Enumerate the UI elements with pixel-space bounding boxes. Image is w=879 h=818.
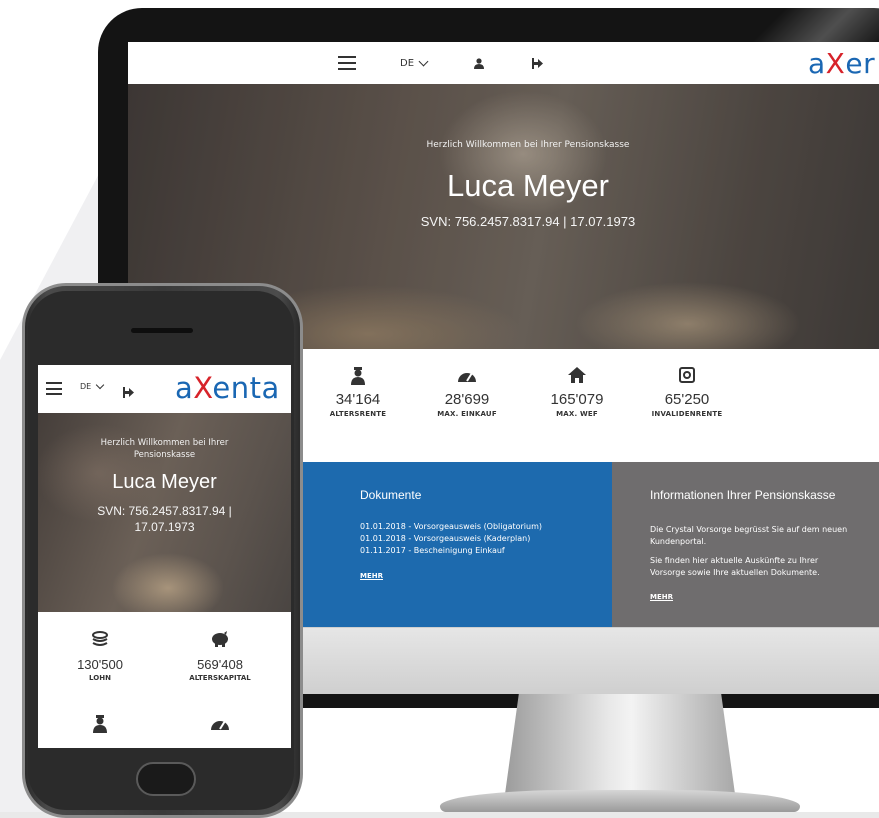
member-name: Luca Meyer: [112, 471, 217, 493]
home-icon: [522, 367, 632, 389]
hamburger-icon: [338, 56, 356, 70]
language-label: DE: [80, 382, 92, 391]
mobile-stat-max-einkauf[interactable]: [165, 715, 275, 737]
welcome-line: Pensionskasse: [133, 450, 196, 460]
speedometer-icon: [412, 367, 522, 389]
info-panel: Informationen Ihrer Pensionskasse Die Cr…: [612, 462, 879, 627]
monitor-base: [440, 790, 800, 812]
chevron-down-icon: [95, 380, 105, 389]
language-label: DE: [400, 57, 415, 69]
svn-line: SVN: 756.2457.8317.94 |: [97, 504, 232, 518]
stat-value: 165'079: [550, 391, 604, 408]
retiree-icon: [303, 367, 413, 389]
member-svn: SVN: 756.2457.8317.94 | 17.07.1973: [420, 214, 636, 229]
stat-label: MAX. WEF: [556, 410, 598, 418]
coins-icon: [45, 631, 155, 653]
mobile-stat-alterskapital[interactable]: 569'408 ALTERSKAPITAL: [165, 631, 275, 682]
logout-button[interactable]: [532, 42, 544, 84]
axenta-logo[interactable]: aXenta: [175, 371, 280, 405]
stat-label: ALTERSRENTE: [329, 410, 387, 418]
language-selector[interactable]: DE: [400, 42, 429, 84]
document-link[interactable]: 01.01.2018 - Vorsorgeausweis (Kaderplan): [360, 533, 542, 545]
mobile-stat-altersrente[interactable]: [45, 715, 155, 737]
stat-value: 569'408: [197, 657, 243, 672]
member-name: Luca Meyer: [447, 168, 609, 203]
welcome-line: Herzlich Willkommen bei Ihrer: [100, 438, 229, 448]
hamburger-icon: [46, 382, 62, 395]
user-button[interactable]: [474, 42, 484, 84]
stat-value: 34'164: [335, 391, 381, 408]
stat-value: 28'699: [444, 391, 490, 408]
mobile-navbar: DE aXenta: [38, 365, 291, 413]
speedometer-icon: [165, 715, 275, 737]
documents-more-link[interactable]: MEHR: [360, 572, 383, 580]
axenta-logo[interactable]: a Xer: [808, 42, 875, 84]
stat-label: ALTERSKAPITAL: [189, 674, 251, 682]
stat-label: MAX. EINKAUF: [437, 410, 497, 418]
piggy-bank-icon: [165, 631, 275, 653]
document-link[interactable]: 01.11.2017 - Bescheinigung Einkauf: [360, 545, 542, 557]
documents-panel: Dokumente 01.01.2018 - Vorsorgeausweis (…: [303, 462, 612, 627]
welcome-text: Herzlich Willkommen bei Ihrer Pensionska…: [426, 140, 630, 150]
stat-label: INVALIDENRENTE: [651, 410, 723, 418]
documents-title: Dokumente: [360, 488, 422, 502]
info-text: Kundenportal.: [650, 537, 707, 546]
member-svn: SVN: 756.2457.8317.94 | 17.07.1973: [48, 503, 281, 535]
mobile-stat-lohn[interactable]: 130'500 LOHN: [45, 631, 155, 682]
mobile-language-selector[interactable]: DE: [80, 380, 105, 391]
mobile-menu-button[interactable]: [46, 382, 62, 395]
info-title: Informationen Ihrer Pensionskasse: [650, 488, 836, 502]
mobile-hero-banner: Herzlich Willkommen bei Ihrer Pensionska…: [38, 413, 291, 612]
logout-icon: [532, 57, 543, 69]
user-icon: [474, 57, 484, 69]
stat-value: 65'250: [664, 391, 710, 408]
chevron-down-icon: [418, 56, 429, 66]
phone-speaker: [131, 328, 193, 333]
lifebuoy-icon: [632, 367, 742, 389]
stat-label: LOHN: [89, 674, 111, 682]
stat-invalidenrente[interactable]: 65'250 INVALIDENRENTE: [632, 367, 742, 418]
stat-max-wef[interactable]: 165'079 MAX. WEF: [522, 367, 632, 418]
info-text: Vorsorge sowie Ihre aktuellen Dokumente.: [650, 568, 820, 577]
info-text: Sie finden hier aktuelle Auskünfte zu Ih…: [650, 556, 819, 565]
logo-letter-a: a: [808, 46, 826, 80]
documents-list: 01.01.2018 - Vorsorgeausweis (Obligatori…: [360, 521, 542, 557]
stat-altersrente[interactable]: 34'164 ALTERSRENTE: [303, 367, 413, 418]
document-link[interactable]: 01.01.2018 - Vorsorgeausweis (Obligatori…: [360, 521, 542, 533]
logo-letter-x: X: [193, 371, 213, 405]
menu-button[interactable]: [338, 42, 356, 84]
stat-value: 130'500: [77, 657, 123, 672]
svn-line: 17.07.1973: [134, 520, 195, 534]
desktop-navbar: DE a Xer: [128, 42, 879, 84]
stat-max-einkauf[interactable]: 28'699 MAX. EINKAUF: [412, 367, 522, 418]
logo-rest: enta: [212, 371, 280, 405]
info-more-link[interactable]: MEHR: [650, 593, 673, 601]
logo-letter-x: X: [825, 46, 846, 80]
retiree-icon: [45, 715, 155, 737]
logout-icon: [123, 387, 134, 398]
logo-rest-cropped: er: [845, 46, 876, 80]
logo-letter-a: a: [175, 371, 194, 405]
info-text: Die Crystal Vorsorge begrüsst Sie auf de…: [650, 525, 848, 534]
mobile-screen: DE aXenta Herzlich Willkommen bei Ihrer …: [38, 365, 291, 748]
monitor-stand: [505, 694, 735, 794]
mobile-logout-button[interactable]: [123, 383, 135, 402]
phone-home-button: [136, 762, 196, 796]
monitor-chin: [300, 628, 879, 694]
welcome-text: Herzlich Willkommen bei Ihrer Pensionska…: [58, 437, 271, 461]
